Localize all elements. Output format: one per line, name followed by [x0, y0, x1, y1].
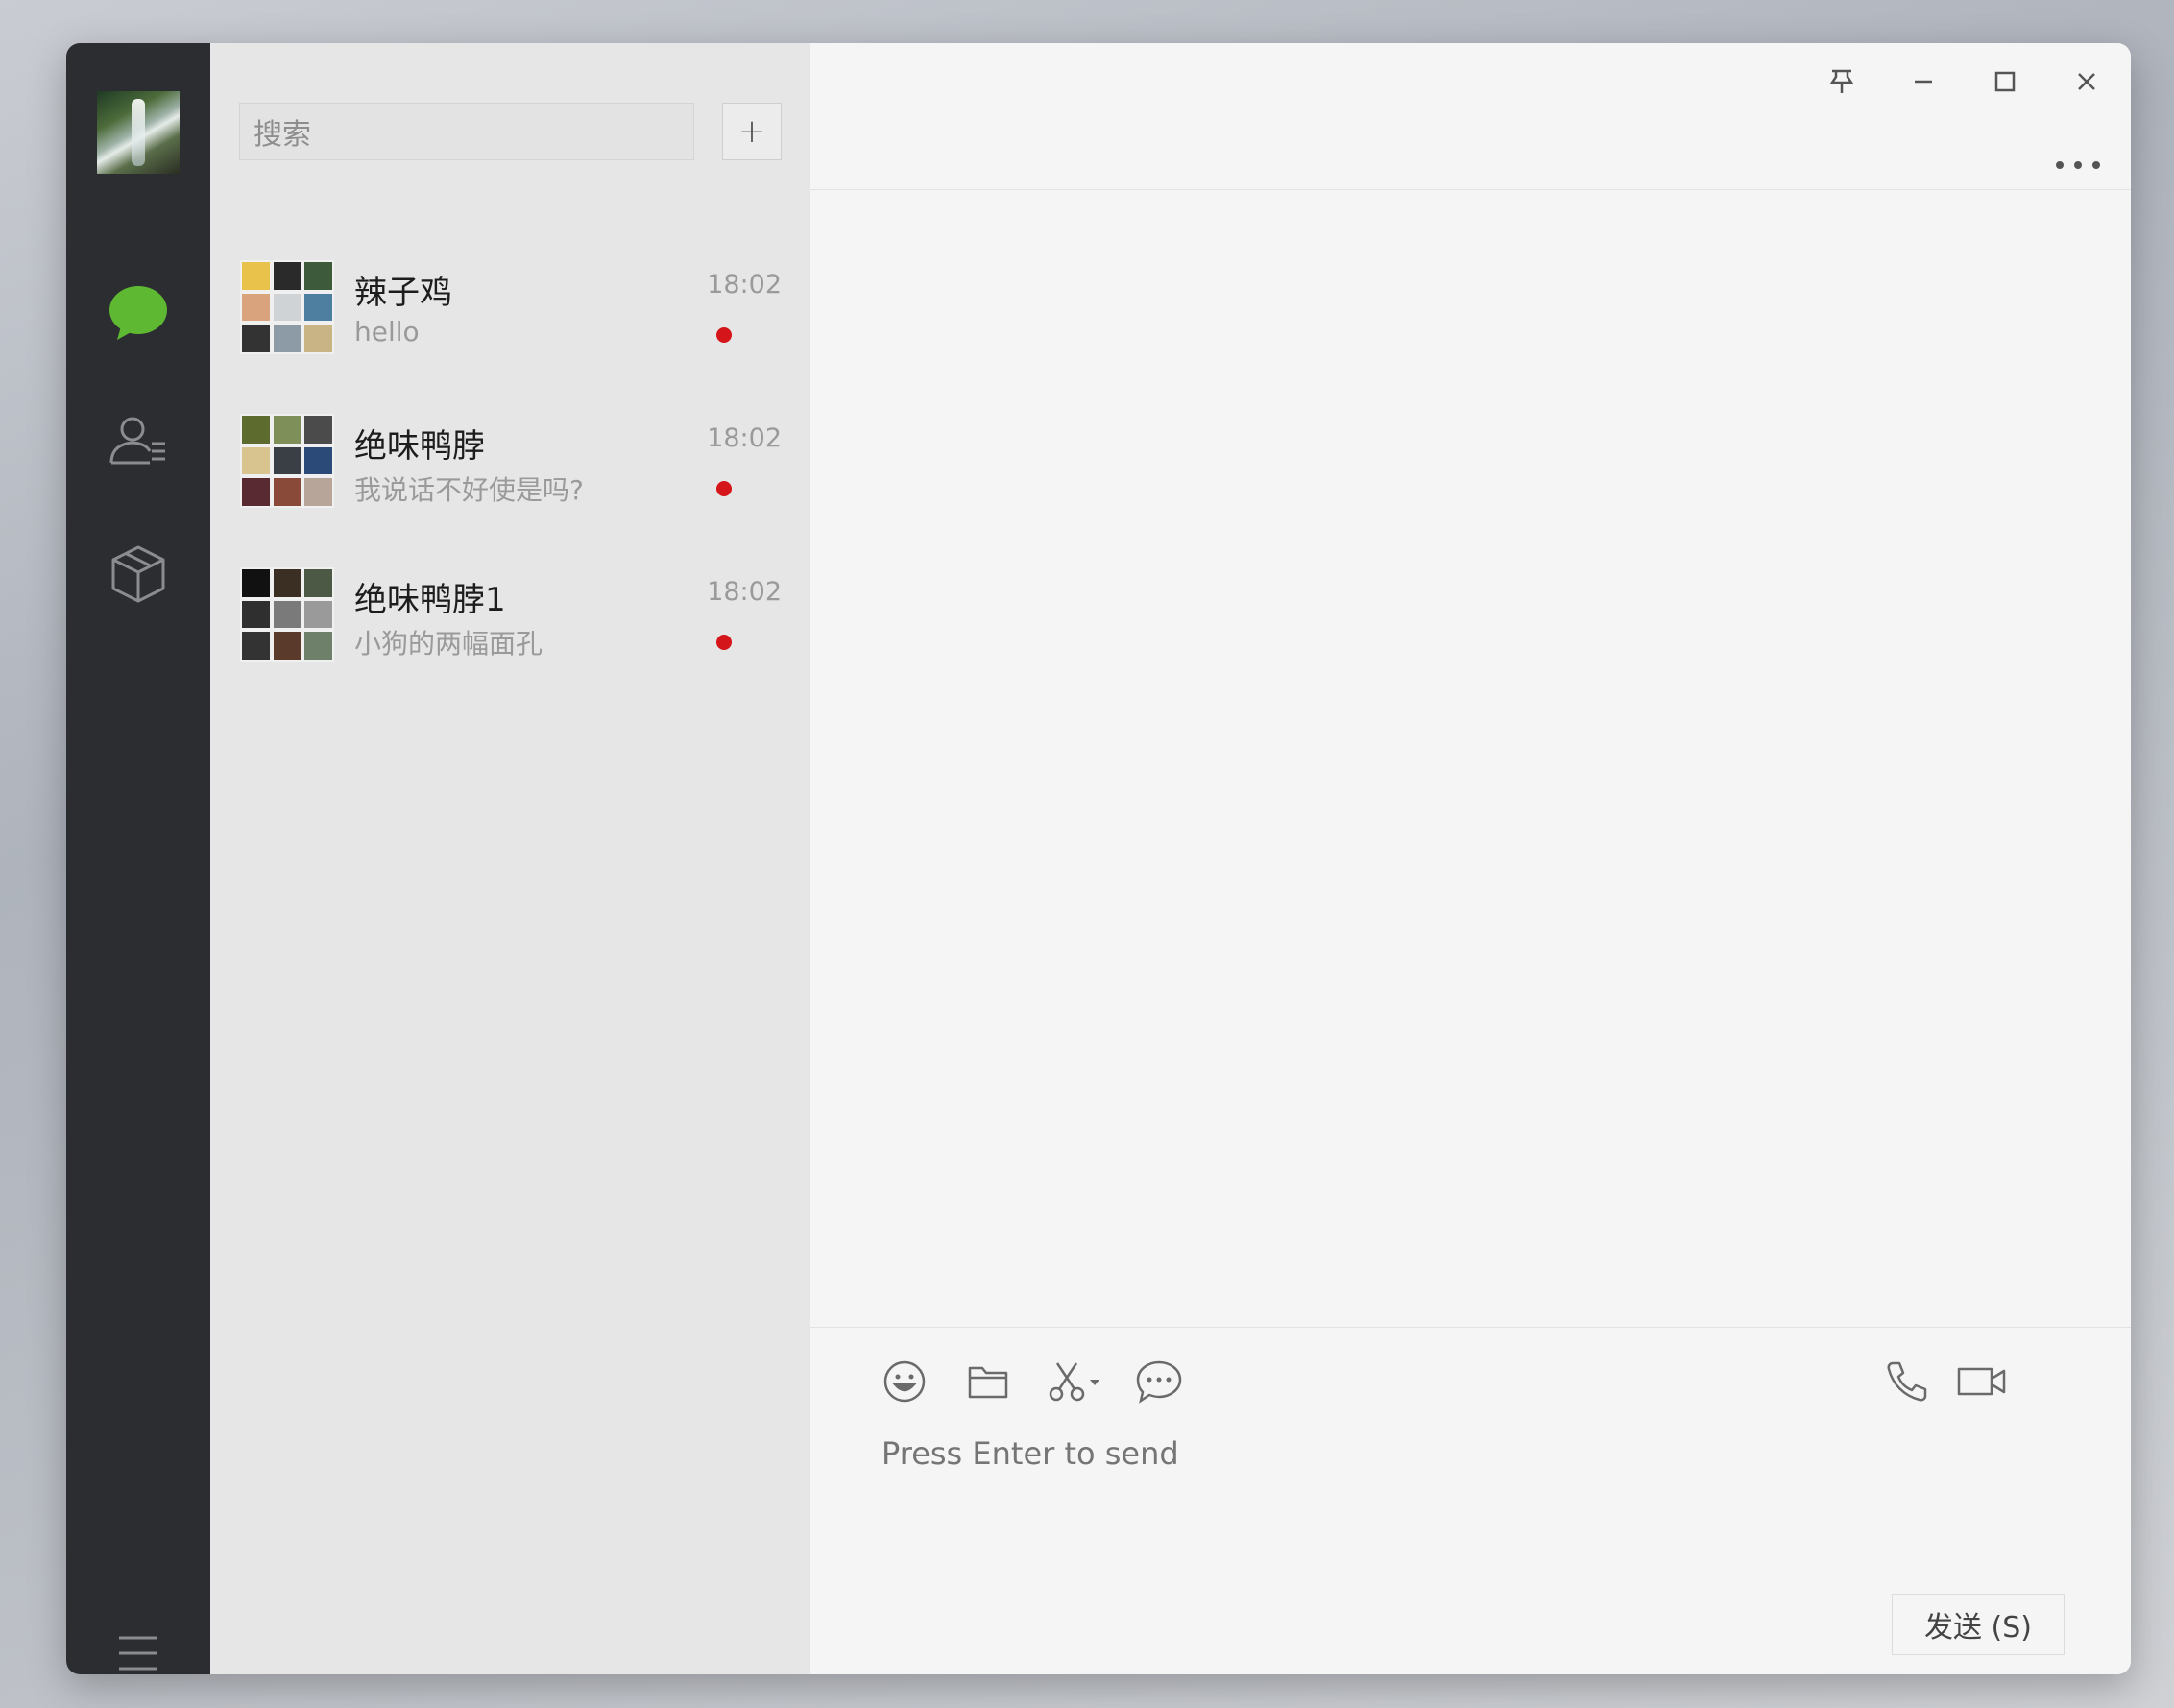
conversation-name: 辣子鸡: [354, 274, 452, 312]
message-area[interactable]: [810, 190, 2131, 1186]
group-avatar: [240, 260, 334, 354]
conversation-item[interactable]: 绝味鸭脖 我说话不好使是吗? 18:02: [210, 389, 810, 542]
unread-dot: [716, 635, 732, 650]
conversation-name: 绝味鸭脖1: [354, 581, 506, 619]
conversation-item[interactable]: 辣子鸡 hello 18:02: [210, 235, 810, 389]
contacts-icon[interactable]: [105, 408, 172, 475]
conversation-preview: hello: [354, 316, 420, 348]
more-icon[interactable]: [2049, 151, 2107, 180]
chat-history-icon[interactable]: [1132, 1355, 1186, 1408]
unread-dot: [716, 327, 732, 343]
favorites-icon[interactable]: [105, 541, 172, 608]
conversation-item[interactable]: 绝味鸭脖1 小狗的两幅面孔 18:02: [210, 542, 810, 696]
close-icon[interactable]: [2065, 60, 2108, 103]
screenshot-icon[interactable]: [1046, 1355, 1107, 1408]
conversation-list-panel: 搜索 + 辣子鸡 hello 18:02 绝味鸭脖 我说话不好使是吗? 18:0…: [210, 43, 810, 1674]
folder-icon[interactable]: [964, 1355, 1012, 1408]
navigation-rail: [66, 43, 210, 1674]
conversation-time: 18:02: [707, 577, 782, 607]
add-button[interactable]: +: [722, 103, 782, 160]
voice-call-icon[interactable]: [1883, 1355, 1931, 1408]
minimize-icon[interactable]: [1902, 60, 1945, 103]
search-input[interactable]: 搜索: [239, 103, 694, 160]
chat-icon[interactable]: [105, 279, 172, 347]
group-avatar: [240, 414, 334, 508]
message-input[interactable]: [882, 1435, 2130, 1551]
search-placeholder: 搜索: [254, 118, 311, 152]
conversation-name: 绝味鸭脖: [354, 427, 485, 466]
send-button[interactable]: 发送 (S): [1892, 1594, 2065, 1655]
emoji-icon[interactable]: [881, 1355, 929, 1408]
unread-dot: [716, 481, 732, 496]
video-call-icon[interactable]: [1955, 1355, 2009, 1408]
wechat-window: 搜索 + 辣子鸡 hello 18:02 绝味鸭脖 我说话不好使是吗? 18:0…: [66, 43, 2131, 1674]
conversation-time: 18:02: [707, 423, 782, 453]
conversation-time: 18:02: [707, 270, 782, 300]
user-avatar[interactable]: [97, 91, 180, 174]
chat-panel: 发送 (S): [810, 43, 2131, 1674]
conversation-preview: 我说话不好使是吗?: [354, 474, 584, 506]
pin-icon[interactable]: [1821, 60, 1863, 103]
composer-divider: [810, 1327, 2131, 1328]
maximize-icon[interactable]: [1984, 60, 2026, 103]
group-avatar: [240, 567, 334, 662]
conversation-preview: 小狗的两幅面孔: [354, 628, 544, 660]
menu-icon[interactable]: [105, 1620, 172, 1674]
